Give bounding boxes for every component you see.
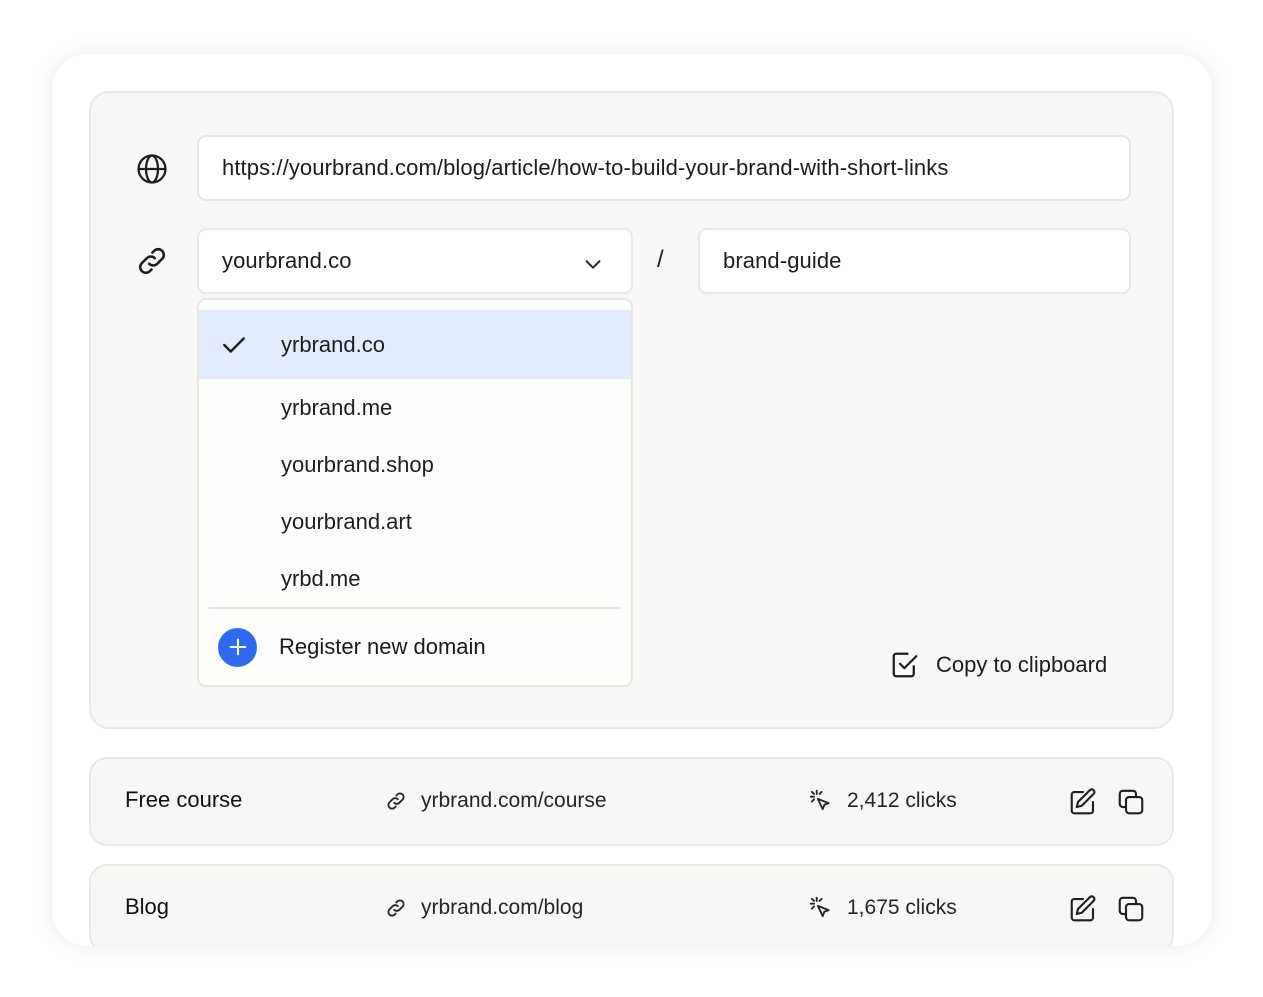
register-domain-button[interactable]: Register new domain bbox=[218, 627, 486, 667]
checkbox-check-icon bbox=[892, 652, 918, 678]
create-link-panel: https://yourbrand.com/blog/article/how-t… bbox=[89, 91, 1174, 729]
copy-icon[interactable] bbox=[1116, 894, 1146, 924]
edit-icon[interactable] bbox=[1068, 787, 1098, 817]
domain-option-yrbrand-co[interactable]: yrbrand.co bbox=[199, 310, 631, 379]
short-url[interactable]: yrbrand.com/blog bbox=[385, 896, 583, 920]
path-separator: / bbox=[657, 246, 664, 273]
click-count-text: 2,412 clicks bbox=[847, 789, 957, 812]
click-count: 1,675 clicks bbox=[807, 895, 957, 921]
edit-icon[interactable] bbox=[1068, 894, 1098, 924]
slug-value: brand-guide bbox=[723, 248, 842, 273]
copy-to-clipboard-button[interactable]: Copy to clipboard bbox=[890, 650, 1107, 680]
long-url-value: https://yourbrand.com/blog/article/how-t… bbox=[222, 155, 949, 180]
check-icon bbox=[223, 337, 245, 353]
slug-input[interactable]: brand-guide bbox=[698, 228, 1131, 294]
short-url-text: yrbrand.com/blog bbox=[421, 896, 584, 919]
link-title: Free course bbox=[125, 787, 243, 812]
link-shortener-card: https://yourbrand.com/blog/article/how-t… bbox=[52, 54, 1212, 946]
domain-option-yrbd-me[interactable]: yrbd.me bbox=[199, 550, 631, 607]
plus-icon bbox=[218, 627, 257, 667]
short-url-text: yrbrand.com/course bbox=[421, 789, 607, 812]
domain-option-label: yrbd.me bbox=[281, 565, 361, 591]
domain-option-label: yrbrand.me bbox=[281, 394, 393, 420]
click-count-text: 1,675 clicks bbox=[847, 896, 957, 919]
long-url-input[interactable]: https://yourbrand.com/blog/article/how-t… bbox=[197, 135, 1131, 201]
domain-option-yourbrand-art[interactable]: yourbrand.art bbox=[199, 493, 631, 550]
register-domain-label: Register new domain bbox=[279, 634, 486, 659]
domain-option-label: yourbrand.shop bbox=[281, 451, 434, 477]
domain-dropdown-menu: yrbrand.co yrbrand.me yourbrand.shop you… bbox=[197, 298, 633, 687]
click-count: 2,412 clicks bbox=[807, 788, 957, 814]
short-url[interactable]: yrbrand.com/course bbox=[385, 789, 607, 813]
link-icon bbox=[387, 899, 405, 917]
dropdown-divider bbox=[209, 607, 621, 609]
domain-select-value: yourbrand.co bbox=[222, 248, 352, 273]
chevron-down-icon bbox=[585, 260, 601, 269]
copy-to-clipboard-label: Copy to clipboard bbox=[936, 652, 1108, 677]
link-icon bbox=[387, 792, 405, 810]
link-icon bbox=[138, 247, 166, 275]
cursor-click-icon bbox=[809, 789, 830, 811]
domain-select[interactable]: yourbrand.co bbox=[197, 228, 633, 294]
domain-option-yourbrand-shop[interactable]: yourbrand.shop bbox=[199, 436, 631, 493]
domain-option-yrbrand-me[interactable]: yrbrand.me bbox=[199, 379, 631, 436]
domain-option-label: yourbrand.art bbox=[281, 508, 412, 534]
link-title: Blog bbox=[125, 894, 170, 919]
globe-icon bbox=[137, 154, 167, 184]
cursor-click-icon bbox=[809, 896, 830, 918]
domain-option-label: yrbrand.co bbox=[281, 331, 385, 357]
link-row[interactable]: Free course yrbrand.com/course 2,412 cli… bbox=[89, 757, 1174, 846]
link-row[interactable]: Blog yrbrand.com/blog 1,675 clicks bbox=[89, 864, 1174, 946]
copy-icon[interactable] bbox=[1116, 787, 1146, 817]
